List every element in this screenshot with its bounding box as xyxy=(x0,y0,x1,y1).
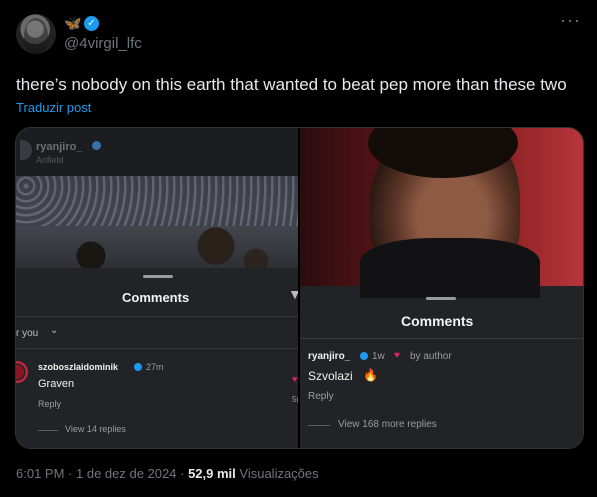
right-view-replies: View 168 more replies xyxy=(338,419,437,430)
left-comment-reply: Reply xyxy=(38,399,62,409)
left-comment-time: 27m xyxy=(146,362,164,372)
butterfly-emoji: 🦋 xyxy=(64,15,82,31)
left-separator xyxy=(16,316,298,317)
left-comment-user: szoboszlaidominik xyxy=(38,362,119,372)
left-post-username: ryanjiro_ xyxy=(36,141,83,153)
right-comment-user: ryanjiro_ xyxy=(308,351,351,362)
right-replies-line xyxy=(308,425,330,426)
verified-badge-icon: ✓ xyxy=(84,16,99,31)
right-by-author: by author xyxy=(410,351,452,362)
left-sheet-handle xyxy=(143,275,173,278)
right-photo-shirt xyxy=(360,238,540,298)
tweet-text: there’s nobody on this earth that wanted… xyxy=(16,75,567,94)
left-replies-line xyxy=(38,430,58,431)
meta-dot: · xyxy=(180,466,189,481)
left-comment-text: Graven xyxy=(38,378,75,390)
left-post-location: Anfield xyxy=(36,155,64,165)
fire-emoji: 🔥 xyxy=(363,368,378,382)
heart-icon: ♥ xyxy=(292,374,298,384)
tweet-metadata: 6:01 PM · 1 de dez de 2024 · 52,9 mil Vi… xyxy=(16,466,319,481)
views-count: 52,9 mil xyxy=(188,466,236,481)
left-comments-title: Comments xyxy=(122,290,190,305)
tweet-date[interactable]: 1 de dez de 2024 xyxy=(76,466,176,481)
right-comment-verified-icon xyxy=(360,352,368,360)
meta-dot: · xyxy=(68,466,76,481)
left-sort-label: r you xyxy=(16,328,39,339)
left-view-replies: View 14 replies xyxy=(65,424,126,434)
translate-post-link[interactable]: Traduzir post xyxy=(16,100,91,115)
right-screenshot[interactable]: Comments ryanjiro_ 1w ♥ by author Szvola… xyxy=(300,128,583,448)
author-avatar[interactable] xyxy=(16,14,56,54)
right-separator xyxy=(300,338,583,339)
right-sheet-handle xyxy=(426,297,456,300)
heart-icon: ♥ xyxy=(394,350,400,361)
left-separator-2 xyxy=(16,348,298,349)
views-label: Visualizações xyxy=(239,466,319,481)
right-comment-reply: Reply xyxy=(308,391,334,402)
right-comments-title: Comments xyxy=(401,313,474,329)
more-options-icon[interactable]: ··· xyxy=(560,10,581,31)
filter-icon: ▼ xyxy=(288,286,298,302)
left-screenshot[interactable]: ryanjiro_ Anfield Comments ▼ r you ⌄ szo… xyxy=(16,128,298,448)
chevron-down-icon: ⌄ xyxy=(50,325,59,336)
left-photo-crowd xyxy=(16,176,298,226)
left-comment-verified-icon xyxy=(134,363,142,371)
left-verified-icon xyxy=(92,141,101,150)
media-container[interactable]: ryanjiro_ Anfield Comments ▼ r you ⌄ szo… xyxy=(15,127,584,449)
right-comment-text: Szvolazi xyxy=(308,369,353,383)
right-comment-time: 1w xyxy=(372,351,385,362)
tweet-time[interactable]: 6:01 PM xyxy=(16,466,64,481)
author-handle[interactable]: @4virgil_lfc xyxy=(64,35,142,52)
